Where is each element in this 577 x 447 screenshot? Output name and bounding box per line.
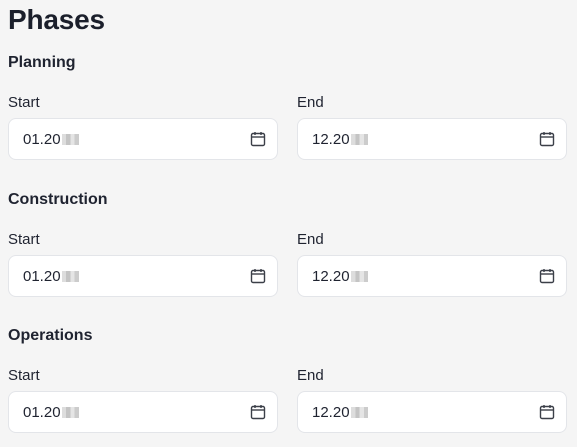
- date-value: 01.20: [23, 130, 61, 148]
- start-label: Start: [8, 94, 40, 111]
- calendar-icon[interactable]: [249, 130, 267, 148]
- date-value: 12.20: [312, 403, 350, 421]
- phases-page: Phases Planning Start End 01.20 12.20 Co…: [0, 0, 577, 447]
- calendar-icon[interactable]: [249, 267, 267, 285]
- phase-title: Construction: [8, 191, 108, 208]
- date-value: 12.20: [312, 130, 350, 148]
- end-label: End: [297, 231, 324, 248]
- redacted-year: [61, 133, 79, 145]
- redacted-year: [350, 270, 368, 282]
- planning-start-date-input[interactable]: 01.20: [8, 118, 278, 160]
- date-value: 12.20: [312, 267, 350, 285]
- calendar-icon[interactable]: [538, 130, 556, 148]
- redacted-year: [61, 270, 79, 282]
- construction-start-date-input[interactable]: 01.20: [8, 255, 278, 297]
- start-label: Start: [8, 367, 40, 384]
- operations-start-date-input[interactable]: 01.20: [8, 391, 278, 433]
- date-value: 01.20: [23, 267, 61, 285]
- calendar-icon[interactable]: [538, 403, 556, 421]
- calendar-icon[interactable]: [249, 403, 267, 421]
- phase-title: Planning: [8, 54, 76, 71]
- calendar-icon[interactable]: [538, 267, 556, 285]
- redacted-year: [61, 406, 79, 418]
- construction-end-date-input[interactable]: 12.20: [297, 255, 567, 297]
- redacted-year: [350, 406, 368, 418]
- date-value: 01.20: [23, 403, 61, 421]
- end-label: End: [297, 94, 324, 111]
- planning-end-date-input[interactable]: 12.20: [297, 118, 567, 160]
- phase-title: Operations: [8, 327, 93, 344]
- operations-end-date-input[interactable]: 12.20: [297, 391, 567, 433]
- redacted-year: [350, 133, 368, 145]
- end-label: End: [297, 367, 324, 384]
- start-label: Start: [8, 231, 40, 248]
- page-title: Phases: [8, 4, 105, 35]
